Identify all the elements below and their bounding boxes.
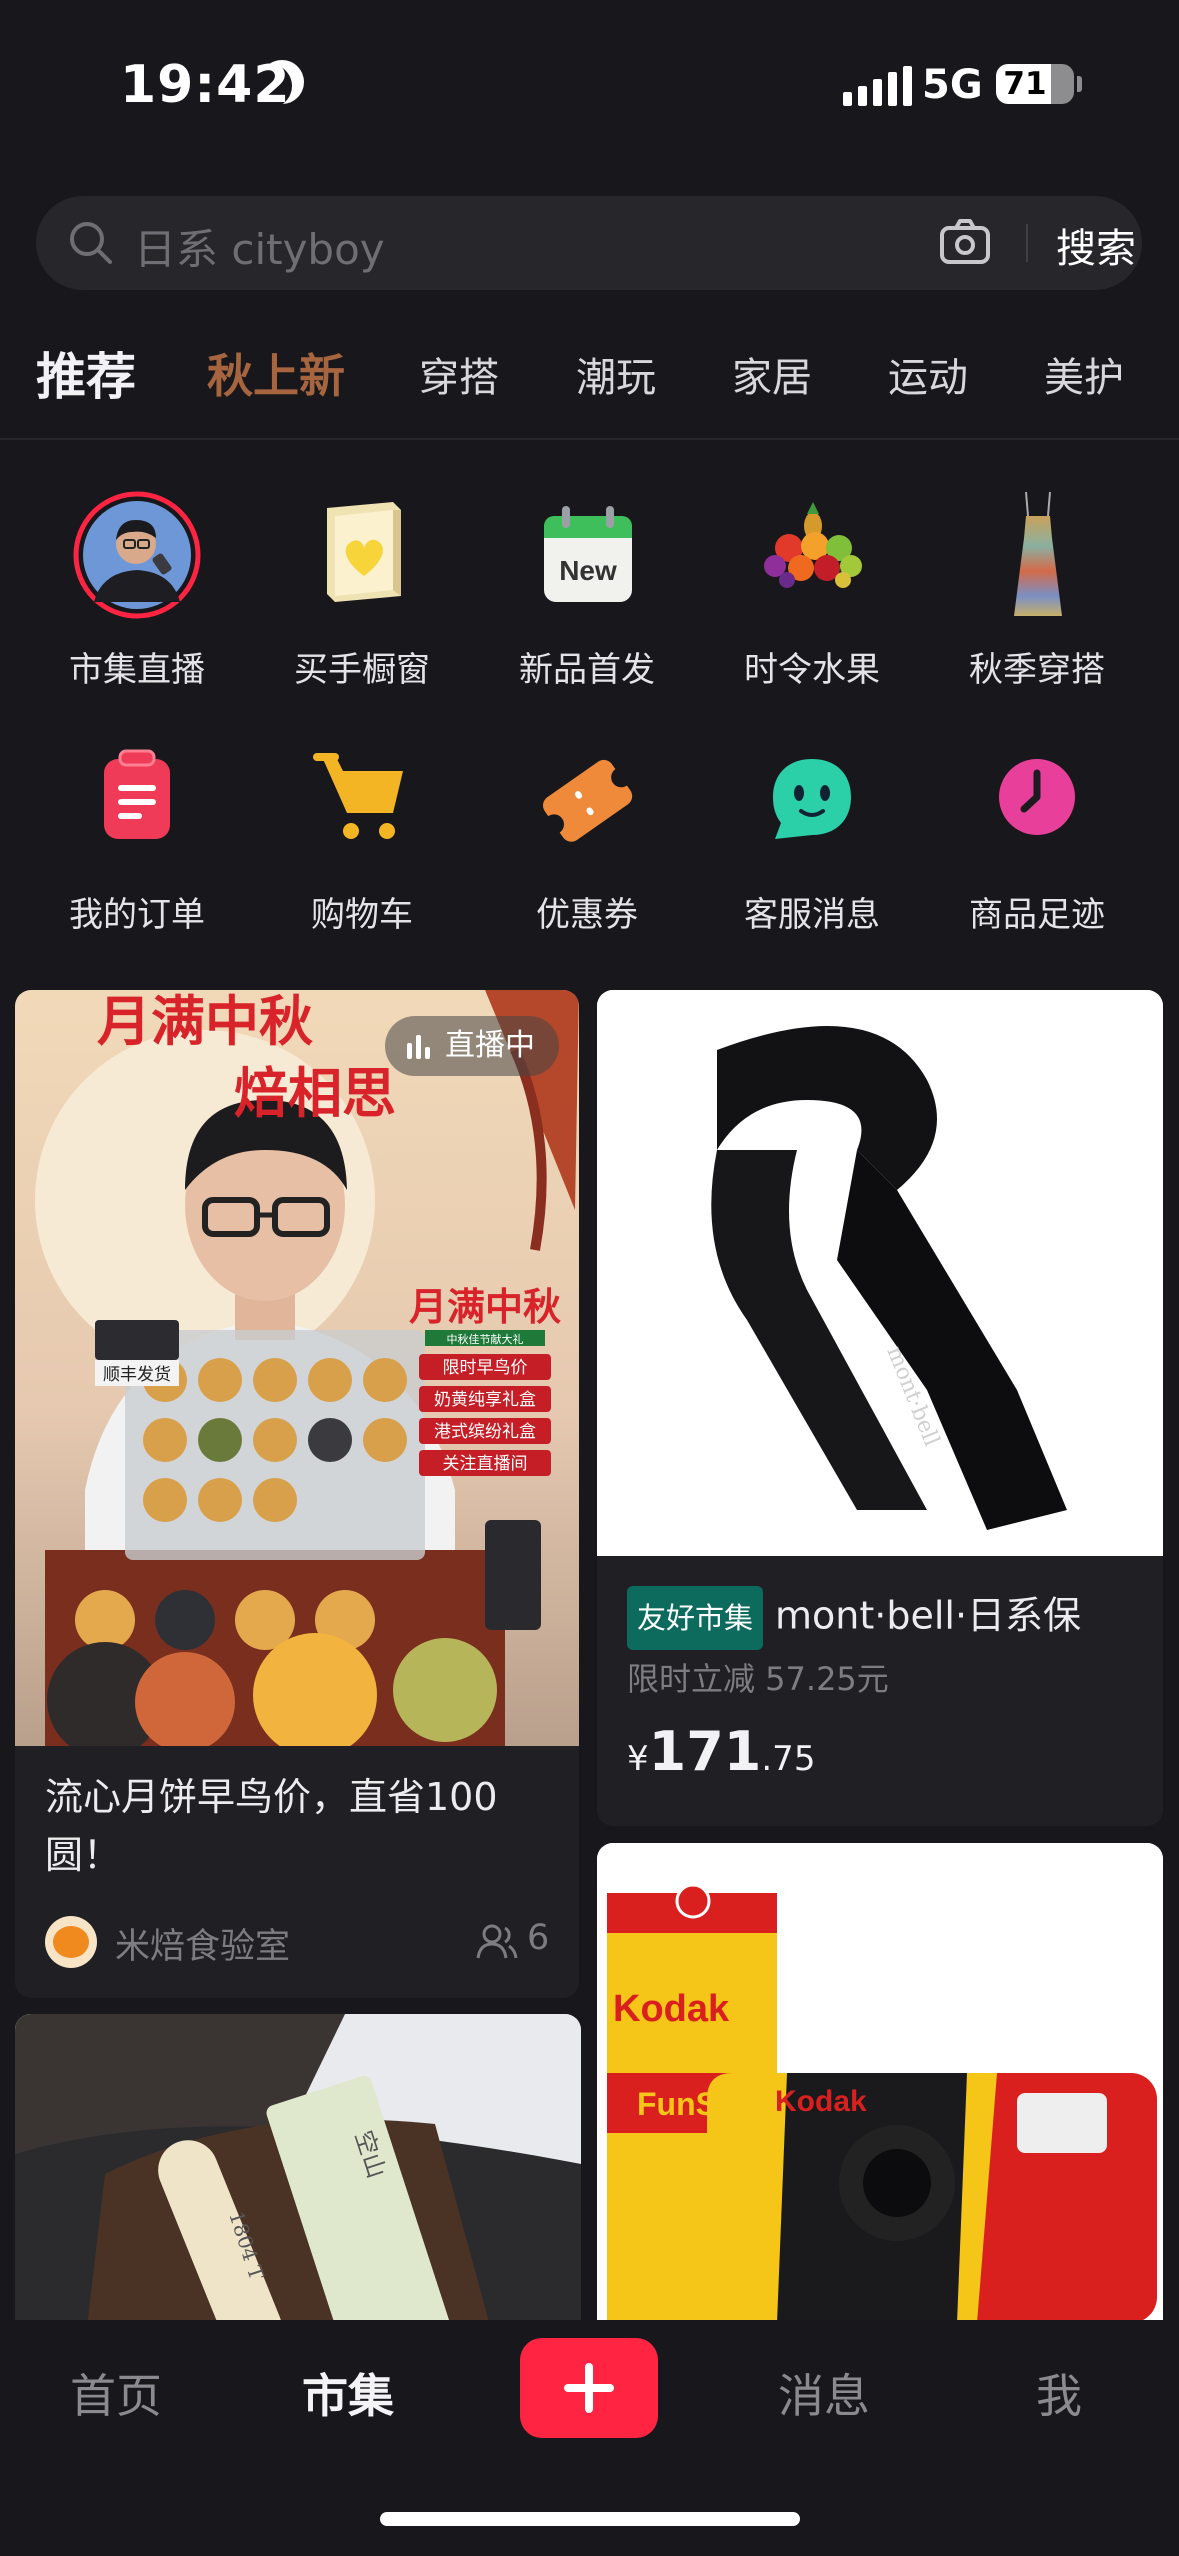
friendly-market-tag: 友好市集	[627, 1586, 764, 1650]
tab-trendy-toys[interactable]: 潮玩	[576, 345, 656, 403]
battery-tip	[1077, 76, 1082, 92]
quick-label: 商品足迹	[969, 895, 1105, 935]
live-bars-icon	[407, 1035, 430, 1059]
author-avatar[interactable]	[45, 1916, 97, 1968]
category-tabs: 推荐 秋上新 穿搭 潮玩 家居 运动 美护	[0, 335, 1179, 425]
tab-sports[interactable]: 运动	[888, 345, 968, 403]
tab-outfits[interactable]: 穿搭	[419, 345, 499, 403]
home-indicator[interactable]	[380, 2512, 800, 2526]
new-calendar-icon: New	[522, 490, 652, 620]
product-title-row: 友好市集 mont·bell·日系保	[627, 1586, 1147, 1650]
price-decimal: .75	[761, 1739, 816, 1779]
status-bar: 19:42 5G 71	[0, 0, 1179, 170]
fruit-basket-icon	[747, 490, 877, 620]
promo-item: 港式缤纷礼盒	[434, 1422, 536, 1442]
product-price: ¥171.75	[627, 1720, 815, 1783]
quick-cart[interactable]: 购物车	[262, 735, 462, 936]
quick-buyer-showcase[interactable]: 买手橱窗	[262, 490, 462, 691]
quick-seasonal-fruit[interactable]: 时令水果	[712, 490, 912, 691]
promo-subtitle: 中秋佳节献大礼	[447, 1332, 524, 1346]
promo-item: 限时早鸟价	[443, 1358, 528, 1378]
quick-label: 客服消息	[744, 895, 880, 935]
live-feed-card[interactable]: 顺丰发货 月满中秋 焙相思 月满中秋 中秋佳节献大礼 限时早鸟价 奶黄纯享礼盒 …	[15, 990, 579, 1998]
kodak-box-brand: Kodak	[613, 1988, 730, 2030]
quick-new-arrivals[interactable]: New 新品首发	[487, 490, 687, 691]
search-bar[interactable]: 日系 cityboy 搜索	[36, 196, 1142, 290]
quick-label: 买手橱窗	[294, 650, 430, 690]
quick-label: 秋季穿搭	[969, 650, 1105, 690]
product-card[interactable]: mont·bell 友好市集 mont·bell·日系保 限时立减 57.25元 …	[597, 990, 1163, 1826]
kodak-box-sub: FunS	[637, 2086, 717, 2122]
promo-title: 月满中秋	[409, 1284, 561, 1329]
quick-my-orders[interactable]: 我的订单	[37, 735, 237, 936]
coupon-icon	[522, 735, 652, 865]
live-badge-label: 直播中	[445, 1028, 535, 1063]
cover-headline-1: 月满中秋	[97, 990, 313, 1053]
kodak-camera-brand: Kodak	[775, 2085, 867, 2118]
viewer-count: 6	[527, 1918, 550, 1958]
tab-recommend[interactable]: 推荐	[36, 337, 136, 409]
moon-icon	[248, 64, 292, 108]
quick-coupons[interactable]: 优惠券	[487, 735, 687, 936]
incense-image: 空山 1804 T	[15, 2014, 581, 2344]
camera-icon[interactable]	[938, 216, 992, 270]
kodak-camera-image: Kodak FunS Kodak	[597, 1843, 1163, 2343]
nav-messages[interactable]: 消息	[778, 2360, 870, 2426]
sf-shipping-text: 顺丰发货	[103, 1365, 171, 1385]
search-divider	[1026, 224, 1028, 262]
quick-service-messages[interactable]: 客服消息	[712, 735, 912, 936]
live-badge: 直播中	[385, 1016, 559, 1076]
live-card-title: 流心月饼早鸟价，直省100圆！	[45, 1775, 498, 1877]
create-post-button[interactable]	[520, 2338, 658, 2438]
cart-icon	[297, 735, 427, 865]
clipboard-icon	[72, 735, 202, 865]
price-integer: 171	[648, 1720, 762, 1783]
new-badge: New	[559, 555, 617, 586]
quick-label: 优惠券	[536, 895, 638, 935]
kodak-product-card[interactable]: Kodak FunS Kodak	[597, 1843, 1163, 2343]
network-type: 5G	[922, 62, 983, 108]
quick-label: 新品首发	[519, 650, 655, 690]
showcase-box-icon	[297, 490, 427, 620]
tab-autumn-new[interactable]: 秋上新	[207, 340, 345, 406]
nav-home[interactable]: 首页	[70, 2360, 162, 2426]
signal-icon	[843, 64, 912, 106]
battery-icon: 71	[996, 64, 1074, 104]
dress-icon	[972, 490, 1102, 620]
quick-label: 我的订单	[69, 895, 205, 935]
incense-product-card[interactable]: 空山 1804 T	[15, 2014, 581, 2344]
tab-home[interactable]: 家居	[732, 345, 812, 403]
price-symbol: ¥	[627, 1739, 649, 1779]
product-title: mont·bell·日系保	[775, 1593, 1082, 1638]
quick-browsing-history[interactable]: 商品足迹	[937, 735, 1137, 936]
product-image: mont·bell	[597, 990, 1163, 1556]
search-icon	[70, 222, 112, 264]
battery-level: 71	[1003, 66, 1047, 102]
quick-label: 购物车	[311, 895, 413, 935]
author-name[interactable]: 米焙食验室	[115, 1918, 290, 1969]
search-button[interactable]: 搜索	[1056, 216, 1136, 274]
tab-beauty[interactable]: 美护	[1044, 345, 1124, 403]
live-cover-image: 顺丰发货 月满中秋 焙相思 月满中秋 中秋佳节献大礼 限时早鸟价 奶黄纯享礼盒 …	[15, 990, 579, 1746]
quick-live-market[interactable]: 市集直播	[37, 490, 237, 691]
clock-icon	[972, 735, 1102, 865]
search-input[interactable]: 日系 cityboy	[134, 216, 385, 277]
promo-item: 奶黄纯享礼盒	[434, 1390, 536, 1410]
promo-item: 关注直播间	[443, 1454, 528, 1474]
quick-label: 市集直播	[69, 650, 205, 690]
live-avatar-icon	[72, 490, 202, 620]
nav-market[interactable]: 市集	[302, 2360, 394, 2426]
nav-me[interactable]: 我	[1036, 2360, 1082, 2426]
viewers-icon	[476, 1924, 518, 1959]
quick-label: 时令水果	[744, 650, 880, 690]
product-discount: 限时立减 57.25元	[627, 1660, 889, 1698]
quick-autumn-outfits[interactable]: 秋季穿搭	[937, 490, 1137, 691]
chat-bot-icon	[747, 735, 877, 865]
tabs-divider	[0, 438, 1179, 440]
cover-headline-2: 焙相思	[234, 1061, 396, 1125]
